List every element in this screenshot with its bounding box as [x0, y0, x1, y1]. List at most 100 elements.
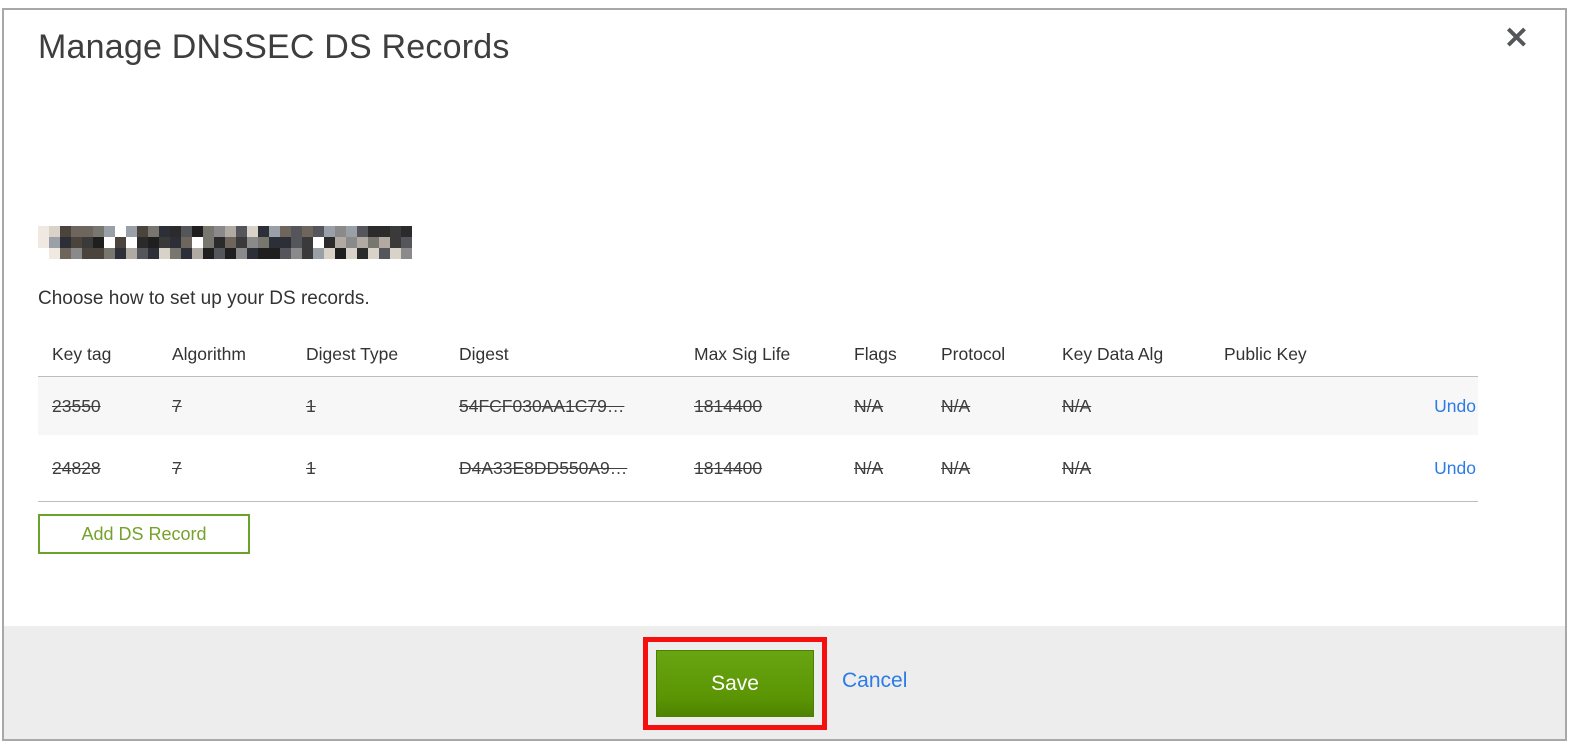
redaction-pixel — [181, 248, 192, 259]
redaction-pixel — [214, 226, 225, 237]
col-header-digest-type: Digest Type — [306, 343, 399, 364]
redaction-pixel — [247, 237, 258, 248]
redaction-pixel — [302, 248, 313, 259]
background-text-fragment: N — [1566, 72, 1574, 99]
redaction-pixel — [401, 248, 412, 259]
redaction-pixel — [71, 226, 82, 237]
redaction-pixel — [291, 226, 302, 237]
redaction-pixel — [71, 248, 82, 259]
manage-dnssec-modal: Manage DNSSEC DS Records ✕ Choose how to… — [2, 8, 1567, 741]
col-header-key-data-alg: Key Data Alg — [1062, 343, 1164, 364]
redaction-pixel — [346, 237, 357, 248]
cell-digest-type: 1 — [306, 395, 316, 416]
redaction-pixel — [214, 248, 225, 259]
save-button[interactable]: Save — [656, 650, 814, 717]
cell-max-sig-life: 1814400 — [694, 457, 763, 478]
redaction-pixel — [192, 248, 203, 259]
cell-protocol: N/A — [941, 457, 971, 478]
redaction-pixel — [115, 237, 126, 248]
background-text-fragment: E — [1566, 234, 1574, 261]
redaction-pixel — [236, 237, 247, 248]
redaction-pixel — [335, 226, 346, 237]
redaction-pixel — [93, 248, 104, 259]
redaction-pixel — [137, 248, 148, 259]
redaction-pixel — [335, 237, 346, 248]
redaction-pixel — [379, 226, 390, 237]
redaction-pixel — [324, 248, 335, 259]
background-text-fragment: d — [1566, 45, 1574, 72]
add-ds-record-button[interactable]: Add DS Record — [38, 514, 250, 554]
redaction-pixel — [126, 237, 137, 248]
redaction-pixel — [38, 248, 49, 259]
redaction-pixel — [225, 226, 236, 237]
redaction-pixel — [269, 226, 280, 237]
redaction-pixel — [247, 248, 258, 259]
redaction-pixel — [148, 237, 159, 248]
table-header-row: Key tag Algorithm Digest Type Digest Max… — [38, 332, 1478, 377]
background-text-fragment: C — [1566, 180, 1574, 207]
redaction-pixel — [60, 248, 71, 259]
redaction-pixel — [280, 237, 291, 248]
redaction-pixel — [192, 237, 203, 248]
background-page-edge: sdNbLbCbEb — [1566, 18, 1574, 718]
redaction-pixel — [148, 226, 159, 237]
redaction-pixel — [137, 226, 148, 237]
redaction-pixel — [170, 237, 181, 248]
redaction-pixel — [236, 226, 247, 237]
annotation-highlight-box: Save — [643, 637, 827, 730]
redaction-pixel — [302, 237, 313, 248]
cell-key-data-alg: N/A — [1062, 457, 1092, 478]
instruction-text: Choose how to set up your DS records. — [38, 288, 370, 309]
redaction-pixel — [346, 248, 357, 259]
redaction-pixel — [357, 248, 368, 259]
redaction-pixel — [170, 248, 181, 259]
redaction-pixel — [324, 226, 335, 237]
redaction-pixel — [291, 237, 302, 248]
redaction-pixel — [258, 237, 269, 248]
redaction-pixel — [335, 248, 346, 259]
background-text-fragment: b — [1566, 153, 1574, 180]
redaction-pixel — [203, 248, 214, 259]
ds-records-table: Key tag Algorithm Digest Type Digest Max… — [38, 332, 1478, 502]
redaction-pixel — [291, 248, 302, 259]
redaction-pixel — [104, 248, 115, 259]
redaction-pixel — [368, 237, 379, 248]
redaction-pixel — [115, 248, 126, 259]
redaction-pixel — [214, 237, 225, 248]
redaction-pixel — [159, 248, 170, 259]
redaction-pixel — [313, 237, 324, 248]
undo-link[interactable]: Undo — [1434, 396, 1476, 416]
modal-title: Manage DNSSEC DS Records — [38, 28, 510, 66]
cell-max-sig-life: 1814400 — [694, 395, 763, 416]
redaction-pixel — [126, 248, 137, 259]
col-header-algorithm: Algorithm — [172, 343, 246, 364]
redaction-pixel — [60, 226, 71, 237]
cancel-link[interactable]: Cancel — [842, 669, 907, 693]
redaction-pixel — [115, 226, 126, 237]
redaction-pixel — [203, 237, 214, 248]
col-header-max-sig-life: Max Sig Life — [694, 343, 791, 364]
redaction-pixel — [38, 226, 49, 237]
redaction-pixel — [379, 248, 390, 259]
redaction-pixel — [137, 237, 148, 248]
redaction-pixel — [379, 237, 390, 248]
redaction-pixel — [368, 226, 379, 237]
redaction-pixel — [269, 237, 280, 248]
col-header-flags: Flags — [854, 343, 897, 364]
table-row: 23550 7 1 54FCF030AA1C79… 1814400 N/A N/… — [38, 377, 1478, 435]
cell-algorithm: 7 — [172, 457, 182, 478]
redaction-pixel — [148, 248, 159, 259]
redaction-pixel — [159, 226, 170, 237]
redaction-pixel — [401, 237, 412, 248]
redaction-pixel — [280, 248, 291, 259]
redaction-pixel — [225, 237, 236, 248]
redaction-pixel — [313, 248, 324, 259]
undo-link[interactable]: Undo — [1434, 458, 1476, 478]
redacted-domain-name — [38, 226, 412, 259]
background-text-fragment: b — [1566, 261, 1574, 288]
redaction-pixel — [82, 237, 93, 248]
cell-flags: N/A — [854, 457, 884, 478]
table-row: 24828 7 1 D4A33E8DD550A9… 1814400 N/A N/… — [38, 435, 1478, 502]
close-icon[interactable]: ✕ — [1504, 24, 1529, 54]
cell-flags: N/A — [854, 395, 884, 416]
